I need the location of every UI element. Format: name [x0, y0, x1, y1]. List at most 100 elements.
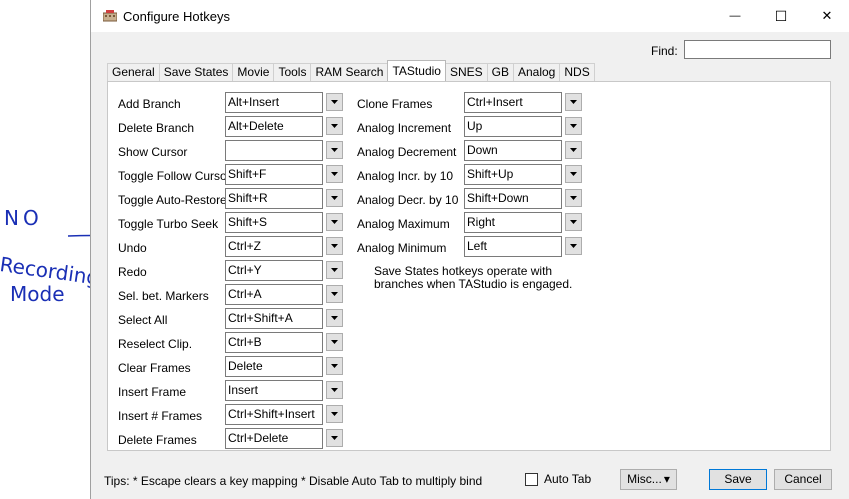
- hotkey-binding-input[interactable]: [225, 140, 323, 161]
- hotkey-dropdown-button[interactable]: [565, 189, 582, 207]
- hotkey-dropdown-button[interactable]: [565, 213, 582, 231]
- save-label: Save: [724, 472, 752, 486]
- tab-ram-search[interactable]: RAM Search: [310, 63, 389, 81]
- maximize-icon: ☐: [774, 7, 788, 24]
- hotkey-binding-input[interactable]: Shift+R: [225, 188, 323, 209]
- hotkey-row-analog-increment: Analog Increment Up: [357, 116, 583, 140]
- hotkey-row-clear-frames: Clear Frames Delete: [118, 356, 344, 380]
- find-input[interactable]: [684, 40, 831, 59]
- dropdown-arrow-icon: [331, 412, 338, 416]
- hotkey-row-analog-incr-by-10: Analog Incr. by 10 Shift+Up: [357, 164, 583, 188]
- dropdown-arrow-icon: [331, 220, 338, 224]
- tastudio-panel: Save States hotkeys operate with branche…: [107, 81, 831, 451]
- tab-save-states[interactable]: Save States: [158, 63, 234, 81]
- hotkey-dropdown-button[interactable]: [326, 381, 343, 399]
- hotkey-label: Delete Frames: [118, 433, 197, 447]
- hotkey-label: Analog Decrement: [357, 145, 457, 159]
- hotkey-binding-input[interactable]: Ctrl+Shift+A: [225, 308, 323, 329]
- tab-general[interactable]: General: [107, 63, 160, 81]
- hotkey-binding-input[interactable]: Alt+Delete: [225, 116, 323, 137]
- hotkey-binding-input[interactable]: Delete: [225, 356, 323, 377]
- hotkey-binding-input[interactable]: Ctrl+B: [225, 332, 323, 353]
- hotkey-dropdown-button[interactable]: [326, 237, 343, 255]
- tab-nds[interactable]: NDS: [559, 63, 595, 81]
- save-button[interactable]: Save: [709, 469, 767, 490]
- hotkey-binding-input[interactable]: Shift+S: [225, 212, 323, 233]
- hotkey-row-reselect-clip: Reselect Clip. Ctrl+B: [118, 332, 344, 356]
- hotkey-dropdown-button[interactable]: [326, 189, 343, 207]
- hotkey-binding-input[interactable]: Ctrl+Y: [225, 260, 323, 281]
- hotkey-binding-input[interactable]: Ctrl+A: [225, 284, 323, 305]
- maximize-button[interactable]: ☐: [758, 0, 804, 32]
- hotkey-binding-input[interactable]: Ctrl+Insert: [464, 92, 562, 113]
- auto-tab-checkbox[interactable]: Auto Tab: [525, 472, 591, 486]
- hotkey-binding-input[interactable]: Shift+F: [225, 164, 323, 185]
- cancel-button[interactable]: Cancel: [774, 469, 832, 490]
- hotkey-binding-input[interactable]: Shift+Down: [464, 188, 562, 209]
- annotation-mode: Mode: [10, 282, 65, 306]
- hotkey-dropdown-button[interactable]: [326, 165, 343, 183]
- hotkey-label: Analog Incr. by 10: [357, 169, 454, 183]
- hotkey-dropdown-button[interactable]: [326, 261, 343, 279]
- hotkey-row-clone-frames: Clone Frames Ctrl+Insert: [357, 92, 583, 116]
- dropdown-arrow-icon: [570, 244, 577, 248]
- hotkey-binding-input[interactable]: Ctrl+Delete: [225, 428, 323, 449]
- hotkey-dropdown-button[interactable]: [326, 93, 343, 111]
- hotkey-label: Toggle Turbo Seek: [118, 217, 219, 231]
- tab-gb[interactable]: GB: [486, 63, 514, 81]
- tab-tools[interactable]: Tools: [273, 63, 312, 81]
- hotkey-binding-input[interactable]: Ctrl+Z: [225, 236, 323, 257]
- dropdown-arrow-icon: [331, 316, 338, 320]
- hotkey-dropdown-button[interactable]: [326, 117, 343, 135]
- hotkey-dropdown-button[interactable]: [565, 237, 582, 255]
- hotkey-label: Analog Decr. by 10: [357, 193, 459, 207]
- hotkey-binding-input[interactable]: Down: [464, 140, 562, 161]
- hotkey-label: Show Cursor: [118, 145, 188, 159]
- hotkey-dropdown-button[interactable]: [565, 117, 582, 135]
- hotkey-dropdown-button[interactable]: [326, 405, 343, 423]
- hotkey-label: Clone Frames: [357, 97, 433, 111]
- tab-analog[interactable]: Analog: [512, 63, 561, 81]
- tips-text: Tips: * Escape clears a key mapping * Di…: [104, 474, 483, 488]
- hotkey-row-toggle-auto-restore: Toggle Auto-Restore Shift+R: [118, 188, 344, 212]
- misc-button[interactable]: Misc... ▾: [620, 469, 677, 490]
- hotkey-binding-input[interactable]: Left: [464, 236, 562, 257]
- dropdown-arrow-icon: [570, 172, 577, 176]
- close-button[interactable]: ✕: [804, 0, 849, 32]
- auto-tab-checkbox-box[interactable]: [525, 472, 538, 486]
- hotkey-dropdown-button[interactable]: [326, 429, 343, 447]
- hotkey-row-add-branch: Add Branch Alt+Insert: [118, 92, 344, 116]
- dropdown-arrow-icon: [331, 388, 338, 392]
- tab-movie[interactable]: Movie: [232, 63, 275, 81]
- dropdown-arrow-icon: [331, 124, 338, 128]
- tab-snes[interactable]: SNES: [444, 63, 488, 81]
- minimize-icon: —: [729, 10, 741, 22]
- minimize-button[interactable]: —: [712, 0, 758, 32]
- hotkey-row-analog-decrement: Analog Decrement Down: [357, 140, 583, 164]
- hotkey-dropdown-button[interactable]: [326, 333, 343, 351]
- hotkey-dropdown-button[interactable]: [565, 165, 582, 183]
- dropdown-arrow-icon: [331, 172, 338, 176]
- hotkey-binding-input[interactable]: Right: [464, 212, 562, 233]
- hotkey-dropdown-button[interactable]: [326, 285, 343, 303]
- hotkey-binding-input[interactable]: Ctrl+Shift+Insert: [225, 404, 323, 425]
- hotkey-dropdown-button[interactable]: [565, 141, 582, 159]
- hotkey-label: Delete Branch: [118, 121, 195, 135]
- dropdown-arrow-icon: [570, 148, 577, 152]
- hotkey-row-toggle-follow-cursor: Toggle Follow Cursor Shift+F: [118, 164, 344, 188]
- tab-tastudio[interactable]: TAStudio: [387, 60, 446, 81]
- hotkey-binding-input[interactable]: Shift+Up: [464, 164, 562, 185]
- hotkey-dropdown-button[interactable]: [326, 141, 343, 159]
- app-icon: [103, 10, 117, 22]
- hotkey-row-delete-branch: Delete Branch Alt+Delete: [118, 116, 344, 140]
- hotkey-binding-input[interactable]: Alt+Insert: [225, 92, 323, 113]
- hotkey-dropdown-button[interactable]: [326, 213, 343, 231]
- hotkey-binding-input[interactable]: Up: [464, 116, 562, 137]
- dropdown-arrow-icon: [570, 124, 577, 128]
- annotation-no: NO: [4, 206, 43, 230]
- hotkey-binding-input[interactable]: Insert: [225, 380, 323, 401]
- hotkey-dropdown-button[interactable]: [326, 357, 343, 375]
- hotkey-dropdown-button[interactable]: [326, 309, 343, 327]
- dropdown-arrow-icon: [331, 436, 338, 440]
- hotkey-dropdown-button[interactable]: [565, 93, 582, 111]
